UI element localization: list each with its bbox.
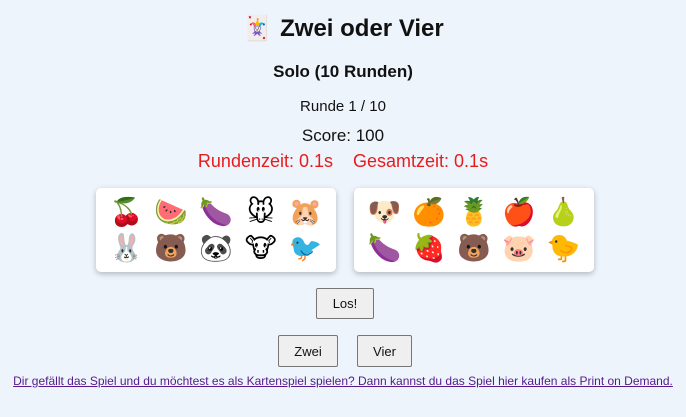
cherry-icon: 🍒: [109, 196, 144, 228]
card-left: 🍒 🍉 🍆 🐭 🐹 🐰 🐻 🐼 🐮 🐦: [96, 188, 336, 272]
timers: Rundenzeit: 0.1s Gesamtzeit: 0.1s: [0, 151, 686, 172]
eggplant-icon: 🍆: [199, 196, 233, 228]
print-on-demand-link[interactable]: Dir gefällt das Spiel und du möchtest es…: [0, 374, 686, 388]
bird-icon: 🐦: [288, 232, 323, 264]
rabbit-icon: 🐰: [109, 232, 144, 264]
chick-icon: 🐤: [546, 232, 581, 264]
game-mode: Solo (10 Runden): [273, 62, 413, 81]
apple-icon: 🍎: [501, 196, 536, 228]
round-time: Rundenzeit: 0.1s: [197, 151, 334, 171]
start-button[interactable]: Los!: [316, 288, 374, 319]
pear-icon: 🍐: [546, 196, 581, 228]
bear-icon: 🐻: [457, 232, 491, 264]
pig-icon: 🐷: [501, 232, 536, 264]
hamster-icon: 🐹: [288, 196, 323, 228]
eggplant-icon: 🍆: [367, 232, 402, 264]
panda-icon: 🐼: [199, 232, 233, 264]
title-text: Zwei oder Vier: [280, 15, 444, 42]
pineapple-icon: 🍍: [457, 196, 491, 228]
orange-icon: 🍊: [412, 196, 446, 228]
cow-icon: 🐮: [244, 232, 277, 264]
dog-icon: 🐶: [367, 196, 402, 228]
page-title: 🃏 Zwei oder Vier: [0, 14, 686, 43]
total-time: Gesamtzeit: 0.1s: [353, 151, 489, 171]
bear-icon: 🐻: [154, 232, 188, 264]
card-right: 🐶 🍊 🍍 🍎 🍐 🍆 🍓 🐻 🐷 🐤: [354, 188, 594, 272]
watermelon-icon: 🍉: [154, 196, 188, 228]
round-counter: Runde 1 / 10: [300, 98, 386, 115]
four-button[interactable]: Vier: [357, 335, 412, 367]
two-button[interactable]: Zwei: [278, 335, 338, 367]
game-page: 🃏 Zwei oder Vier Solo (10 Runden) Runde 1…: [0, 0, 686, 417]
mouse-icon: 🐭: [246, 196, 275, 228]
strawberry-icon: 🍓: [412, 232, 446, 264]
score: Score: 100: [301, 126, 385, 145]
joker-card-icon: 🃏: [242, 15, 273, 42]
